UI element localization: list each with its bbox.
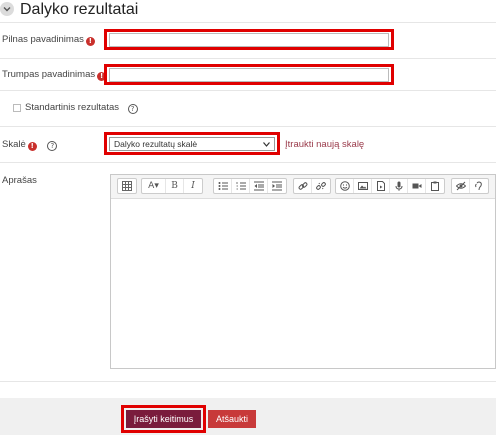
- image-icon[interactable]: [354, 179, 372, 193]
- chevron-down-icon: [263, 141, 270, 147]
- link-icon[interactable]: [294, 179, 312, 193]
- description-label: Aprašas: [2, 175, 37, 186]
- fullname-input[interactable]: [109, 33, 389, 47]
- standard-label-row: Standartinis rezultatas ?: [25, 102, 138, 114]
- toolbar-group: [293, 178, 331, 194]
- divider: [0, 90, 496, 91]
- numbered-list-icon[interactable]: [232, 179, 250, 193]
- editor-toolbar: A▾ B I: [111, 175, 495, 199]
- toolbar-group: [117, 178, 137, 194]
- shortname-input[interactable]: [109, 68, 389, 82]
- cancel-button[interactable]: Atšaukti: [208, 410, 256, 428]
- bullet-list-icon[interactable]: [214, 179, 232, 193]
- indent-icon[interactable]: [268, 179, 286, 193]
- emoji-icon[interactable]: [336, 179, 354, 193]
- screen-reader-icon[interactable]: [470, 179, 488, 193]
- standard-label: Standartinis rezultatas: [25, 102, 119, 113]
- fullname-label: Pilnas pavadinimas: [2, 34, 84, 45]
- add-scale-link[interactable]: Įtraukti naują skalę: [285, 139, 364, 150]
- required-icon: !: [85, 37, 95, 46]
- scale-label-row: Skalė! ?: [2, 139, 58, 151]
- microphone-icon[interactable]: [390, 179, 408, 193]
- save-button[interactable]: Įrašyti keitimus: [126, 410, 201, 428]
- shortname-label-row: Trumpas pavadinimas!: [2, 69, 107, 81]
- scale-select[interactable]: Dalyko rezultatų skalė: [109, 137, 275, 151]
- help-icon[interactable]: ?: [127, 104, 138, 114]
- media-icon[interactable]: [372, 179, 390, 193]
- divider: [0, 126, 496, 127]
- divider: [0, 22, 496, 23]
- divider: [0, 58, 496, 59]
- divider: [0, 162, 496, 163]
- divider: [0, 381, 496, 382]
- chevron-down-icon: [3, 7, 11, 12]
- scale-label: Skalė: [2, 139, 26, 150]
- video-icon[interactable]: [408, 179, 426, 193]
- collapse-toggle-button[interactable]: [0, 2, 14, 16]
- accessibility-check-icon[interactable]: [452, 179, 470, 193]
- toolbar-group: [213, 178, 287, 194]
- paste-icon[interactable]: [426, 179, 444, 193]
- bold-icon[interactable]: B: [166, 179, 184, 193]
- standard-checkbox[interactable]: [13, 104, 21, 112]
- shortname-label: Trumpas pavadinimas: [2, 69, 96, 80]
- toolbar-group: A▾ B I: [141, 178, 203, 194]
- table-icon[interactable]: [118, 179, 136, 193]
- toolbar-group: [451, 178, 489, 194]
- font-size-icon[interactable]: A▾: [142, 179, 166, 193]
- page-title: Dalyko rezultatai: [20, 1, 139, 18]
- required-icon: !: [97, 72, 107, 81]
- outdent-icon[interactable]: [250, 179, 268, 193]
- required-icon: !: [27, 142, 37, 151]
- editor-content-area[interactable]: [111, 200, 495, 368]
- rich-text-editor[interactable]: A▾ B I: [110, 174, 496, 369]
- scale-select-value: Dalyko rezultatų skalė: [114, 139, 198, 149]
- italic-icon[interactable]: I: [184, 179, 202, 193]
- unlink-icon[interactable]: [312, 179, 330, 193]
- fullname-label-row: Pilnas pavadinimas!: [2, 34, 95, 46]
- toolbar-group: [335, 178, 445, 194]
- help-icon[interactable]: ?: [47, 141, 58, 151]
- section-header: Dalyko rezultatai: [0, 0, 496, 20]
